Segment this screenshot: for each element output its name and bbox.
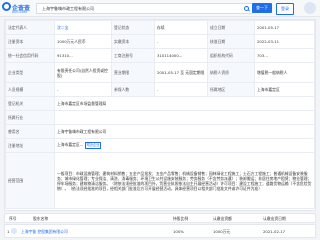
company-info-table: 法定代表人 沈二宝 登记状态 存续 成立日期 2001-05-17 注册资本 1…: [5, 20, 315, 209]
table-row: 注册地址 上海市嘉定区... 附近企业: [5, 138, 315, 153]
label-insured: 参保人数: [111, 82, 155, 97]
label-region: 所属地区: [207, 82, 255, 97]
table-row: 曾用名 上海宇鲁嗨市政工程有限公司: [5, 124, 315, 139]
shareholder-row[interactable]: 1 上海宇鲁 控股集团有限公司 100% 1000万元 2021-02-17: [4, 224, 316, 238]
table-row: 所属行业: [5, 110, 315, 125]
label-status: 登记状态: [111, 20, 155, 35]
value-paid-capital: -: [154, 34, 208, 49]
header-date: 认缴出资日期: [263, 216, 286, 221]
search-input[interactable]: 上海宇鲁嗨市政工程有限公司: [36, 3, 253, 14]
header-shareholder: 股东名称: [33, 216, 49, 221]
header-amount: 认缴出资额: [213, 216, 232, 221]
row-index: 1: [7, 229, 10, 234]
company-logo-icon: [11, 228, 17, 234]
table-row: 企业类型 有限责任公司(自然人投资或控股) 营业期限 2001-05-17 至 …: [5, 62, 315, 83]
value-approved: 2022-03-11: [254, 34, 315, 49]
value-reg-capital: 1000万元人民币: [54, 34, 112, 49]
label-address: 注册地址: [5, 138, 55, 153]
label-staff: 人员规模: [5, 82, 55, 97]
logo[interactable]: 企查查 QCC.COM: [2, 1, 32, 14]
address-text: 上海市嘉定区...: [57, 142, 84, 147]
table-row: 登记机关 上海市嘉定区市场监督管理局: [5, 96, 315, 111]
value-insured: -: [154, 82, 208, 97]
value-authority: 上海市嘉定区市场监督管理局: [54, 96, 315, 111]
user-avatar-icon[interactable]: [304, 2, 316, 14]
label-scope: 经营范围: [5, 152, 55, 209]
value-region: 上海市嘉定区: [254, 82, 315, 97]
value-company-type: 有限责任公司(自然人投资或控股): [54, 62, 112, 83]
label-authority: 登记机关: [5, 96, 55, 111]
shareholder-table-header: 序号 股东名称 持股比例 认缴出资额 认缴出资日期: [4, 213, 316, 223]
value-address: 上海市嘉定区... 附近企业: [54, 138, 315, 153]
top-bar: 企查查 QCC.COM 上海宇鲁嗨市政工程有限公司 查一下 登录: [0, 0, 320, 17]
shareholder-date: 2021-02-17: [263, 229, 286, 234]
shareholder-ratio: 100%: [173, 229, 184, 234]
shareholder-amount: 1000万元: [213, 229, 231, 234]
nearby-companies-link[interactable]: 附近企业: [84, 142, 102, 149]
value-former-name: 上海宇鲁嗨市政工程有限公司: [54, 124, 315, 139]
login-button[interactable]: 登录: [276, 3, 294, 15]
logo-sub: QCC.COM: [12, 10, 27, 14]
value-credit-code: 91310...: [54, 48, 112, 63]
header-ratio: 持股比例: [173, 216, 189, 221]
search-button[interactable]: 查一下: [252, 3, 272, 13]
label-legal-rep: 法定代表人: [5, 20, 55, 35]
table-row: 注册资本 1000万元人民币 实缴资本 - 核准日期 2022-03-11: [5, 34, 315, 49]
value-term: 2001-05-17 至 无固定期限: [154, 62, 208, 83]
label-company-type: 企业类型: [5, 62, 55, 83]
label-term: 营业期限: [111, 62, 155, 83]
label-credit-code: 统一社会信用代码: [5, 48, 55, 63]
label-taxpayer: 纳税人资质: [207, 62, 255, 83]
label-reg-capital: 注册资本: [5, 34, 55, 49]
company-info-card: 法定代表人 沈二宝 登记状态 存续 成立日期 2001-05-17 注册资本 1…: [4, 19, 316, 211]
value-industry: [54, 110, 315, 125]
value-status: 存续: [154, 20, 208, 35]
logo-mark-icon: [2, 2, 11, 11]
label-founded: 成立日期: [207, 20, 255, 35]
search-value: 上海宇鲁嗨市政工程有限公司: [42, 6, 94, 11]
label-former-name: 曾用名: [5, 124, 55, 139]
table-row: 人员规模 - 参保人数 - 所属地区 上海市嘉定区: [5, 82, 315, 97]
label-industry: 所属行业: [5, 110, 55, 125]
label-org-code: 组织机构代码: [207, 48, 255, 63]
value-taxpayer: 增值税一般纳税人: [254, 62, 315, 83]
value-legal-rep[interactable]: 沈二宝: [54, 20, 112, 35]
value-founded: 2001-05-17: [254, 20, 315, 35]
value-org-code: 703...: [254, 48, 315, 63]
search-icon[interactable]: [244, 6, 249, 11]
label-paid-capital: 实缴资本: [111, 34, 155, 49]
header-index: 序号: [9, 216, 17, 221]
label-reg-number: 工商注册号: [111, 48, 155, 63]
label-approved: 核准日期: [207, 34, 255, 49]
value-scope: 一般项目：市政设施管理；建筑材料销售；五金产品批发；五金产品零售；机械设备销售；…: [54, 152, 315, 209]
table-row: 法定代表人 沈二宝 登记状态 存续 成立日期 2001-05-17: [5, 20, 315, 35]
table-row: 统一社会信用代码 91310... 工商注册号 310114000... 组织机…: [5, 48, 315, 63]
value-reg-number: 310114000...: [154, 48, 208, 63]
value-staff: -: [54, 82, 112, 97]
shareholder-name[interactable]: 上海宇鲁 控股集团有限公司: [21, 229, 68, 235]
table-row: 经营范围 一般项目：市政设施管理；建筑材料销售；五金产品批发；五金产品零售；机械…: [5, 152, 315, 209]
